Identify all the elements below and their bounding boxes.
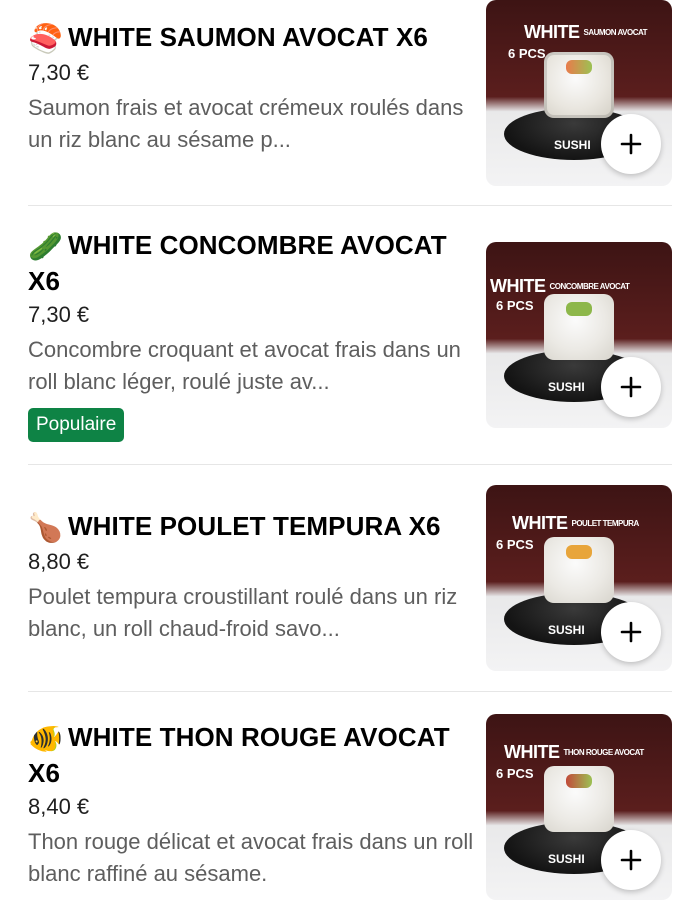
image-pcs: 6 PCS [496,766,534,781]
sushi-roll-image [544,294,614,360]
menu-item-price: 7,30 € [28,302,90,327]
plate-label: SUSHI [548,380,585,394]
menu-item[interactable]: 🥒 WHITE CONCOMBRE AVOCAT X6 7,30 € Concom… [0,206,700,464]
menu-item-price: 7,30 € [28,60,90,85]
image-pcs: 6 PCS [508,46,546,61]
menu-item-info: 🍗 WHITE POULET TEMPURA X6 8,80 € Poulet t… [28,509,476,645]
plus-icon [620,621,642,643]
menu-item-price: 8,80 € [28,549,90,574]
image-subtitle: SAUMON AVOCAT [583,28,648,37]
menu-item-name: WHITE POULET TEMPURA X6 [68,511,441,541]
menu-item-name: WHITE THON ROUGE AVOCAT X6 [28,722,450,788]
menu-item-title: 🐠 WHITE THON ROUGE AVOCAT X6 [28,720,476,790]
image-pcs: 6 PCS [496,537,534,552]
tropical-fish-emoji-icon: 🐠 [28,723,63,754]
add-button[interactable] [601,602,661,662]
sushi-emoji-icon: 🍣 [28,23,63,54]
menu-item-name: WHITE SAUMON AVOCAT X6 [68,22,428,52]
plus-icon [620,376,642,398]
menu-item-info: 🍣 WHITE SAUMON AVOCAT X6 7,30 € Saumon fr… [28,20,476,156]
menu-item-title: 🍗 WHITE POULET TEMPURA X6 [28,509,476,545]
menu-item-title: 🍣 WHITE SAUMON AVOCAT X6 [28,20,476,56]
image-subtitle: CONCOMBRE AVOCAT [549,282,630,291]
menu-item-name: WHITE CONCOMBRE AVOCAT X6 [28,230,447,296]
image-headline: WHITE THON ROUGE AVOCAT [504,742,644,763]
menu-list: 🍣 WHITE SAUMON AVOCAT X6 7,30 € Saumon fr… [0,0,700,900]
menu-item-description: Saumon frais et avocat crémeux roulés da… [28,95,464,152]
plate-label: SUSHI [548,852,585,866]
sushi-roll-image [544,766,614,832]
menu-item[interactable]: 🍣 WHITE SAUMON AVOCAT X6 7,30 € Saumon fr… [0,0,700,205]
image-headline: WHITE POULET TEMPURA [512,513,639,534]
menu-item-info: 🐠 WHITE THON ROUGE AVOCAT X6 8,40 € Thon … [28,720,476,890]
plate-label: SUSHI [548,623,585,637]
menu-item[interactable]: 🍗 WHITE POULET TEMPURA X6 8,80 € Poulet t… [0,465,700,691]
sushi-roll-image [544,52,614,118]
image-headline-text: WHITE [504,742,560,762]
add-button[interactable] [601,357,661,417]
image-headline-text: WHITE [524,22,580,42]
menu-item-info: 🥒 WHITE CONCOMBRE AVOCAT X6 7,30 € Concom… [28,228,476,442]
plus-icon [620,133,642,155]
chicken-leg-emoji-icon: 🍗 [28,512,63,543]
cucumber-emoji-icon: 🥒 [28,231,63,262]
plate-label: SUSHI [554,138,591,152]
menu-item-title: 🥒 WHITE CONCOMBRE AVOCAT X6 [28,228,476,298]
menu-item-description: Thon rouge délicat et avocat frais dans … [28,829,474,886]
menu-item-description: Poulet tempura croustillant roulé dans u… [28,584,458,641]
image-subtitle: THON ROUGE AVOCAT [563,748,645,757]
add-button[interactable] [601,830,661,890]
menu-item[interactable]: 🐠 WHITE THON ROUGE AVOCAT X6 8,40 € Thon … [0,692,700,900]
add-button[interactable] [601,114,661,174]
plus-icon [620,849,642,871]
image-headline-text: WHITE [512,513,568,533]
image-headline-text: WHITE [490,276,546,296]
image-pcs: 6 PCS [496,298,534,313]
image-subtitle: POULET TEMPURA [571,519,640,528]
menu-item-description: Concombre croquant et avocat frais dans … [28,337,461,394]
image-headline: WHITE SAUMON AVOCAT [524,22,648,43]
menu-item-price: 8,40 € [28,794,90,819]
popular-badge: Populaire [28,408,125,442]
sushi-roll-image [544,537,614,603]
